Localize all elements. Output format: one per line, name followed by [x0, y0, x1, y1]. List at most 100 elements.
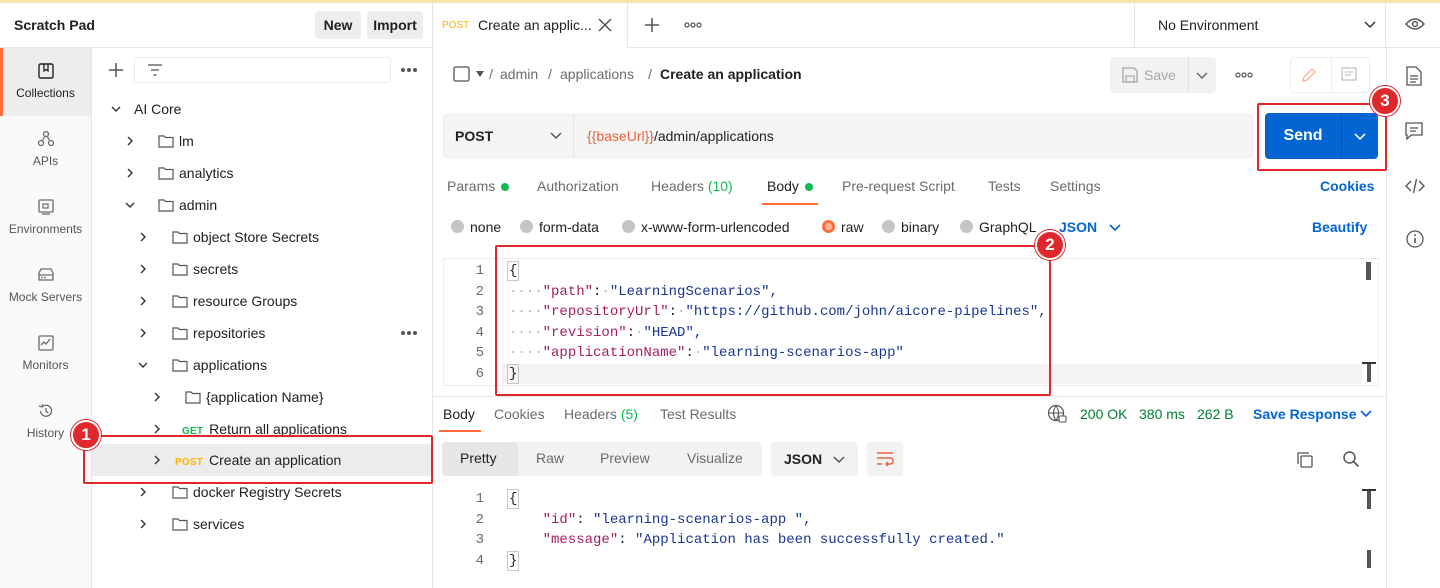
rail-item-environments[interactable]: Environments — [0, 184, 91, 252]
environment-select[interactable]: No Environment — [1134, 3, 1386, 48]
tree-item-application-name[interactable]: {application Name} — [92, 381, 433, 413]
rail-item-monitors[interactable]: Monitors — [0, 320, 91, 388]
caret-down-icon[interactable] — [475, 70, 485, 78]
radio-label-urlencoded[interactable]: x-www-form-urlencoded — [641, 219, 790, 235]
radio-binary[interactable] — [882, 220, 895, 233]
add-collection-icon[interactable] — [108, 62, 124, 78]
response-tab-cookies[interactable]: Cookies — [494, 406, 545, 422]
tabs-more-icon[interactable] — [684, 22, 702, 28]
view-tab-pretty[interactable]: Pretty — [460, 450, 497, 466]
view-tab-preview[interactable]: Preview — [600, 450, 650, 466]
radio-none[interactable] — [451, 220, 464, 233]
wrap-lines-button[interactable] — [867, 442, 903, 476]
copy-icon[interactable] — [1296, 451, 1314, 469]
chevron-right-icon[interactable] — [151, 391, 163, 403]
save-response-button[interactable]: Save Response — [1253, 406, 1357, 422]
tab-tests[interactable]: Tests — [988, 178, 1021, 194]
chevron-right-icon[interactable] — [137, 295, 149, 307]
tree-item-analytics[interactable]: analytics — [92, 157, 433, 189]
code-icon[interactable] — [1405, 178, 1425, 194]
row-more-icon[interactable] — [400, 330, 418, 336]
chevron-down-icon[interactable] — [110, 103, 122, 115]
chevron-right-icon[interactable] — [137, 263, 149, 275]
scrollbar[interactable] — [1366, 262, 1371, 280]
tree-item-admin[interactable]: admin — [92, 189, 433, 221]
tree-item-applications[interactable]: applications — [92, 349, 433, 381]
tab-create-an-application[interactable]: POST Create an applic... — [433, 3, 628, 48]
tree-item-secrets[interactable]: secrets — [92, 253, 433, 285]
tab-settings[interactable]: Settings — [1050, 178, 1101, 194]
tree-item-resource-groups[interactable]: resource Groups — [92, 285, 433, 317]
radio-graphql[interactable] — [960, 220, 973, 233]
scrollbar[interactable] — [1367, 550, 1371, 568]
request-more-icon[interactable] — [1235, 72, 1253, 78]
scrollbar[interactable] — [1367, 491, 1371, 509]
tree-item-services[interactable]: services — [92, 508, 433, 540]
chevron-right-icon[interactable] — [124, 135, 136, 147]
radio-raw[interactable] — [822, 220, 835, 233]
response-format-select[interactable]: JSON — [771, 442, 858, 476]
import-button[interactable]: Import — [367, 11, 423, 39]
collection-filter-input[interactable] — [134, 57, 391, 83]
globe-lock-icon[interactable] — [1047, 404, 1067, 424]
radio-form-data[interactable] — [520, 220, 533, 233]
tab-params[interactable]: Params — [447, 178, 510, 194]
beautify-button[interactable]: Beautify — [1312, 219, 1367, 235]
eye-icon[interactable] — [1405, 17, 1425, 31]
chevron-right-icon[interactable] — [137, 518, 149, 530]
close-tab-icon[interactable] — [598, 18, 612, 32]
comment-icon[interactable] — [1341, 67, 1357, 83]
documentation-icon[interactable] — [1406, 66, 1422, 86]
chevron-down-icon[interactable] — [124, 199, 136, 211]
cookies-link[interactable]: Cookies — [1320, 178, 1374, 194]
radio-urlencoded[interactable] — [622, 220, 635, 233]
radio-label-graphql[interactable]: GraphQL — [979, 219, 1037, 235]
url-input[interactable]: {{baseUrl}}/admin/applications — [587, 128, 774, 144]
new-tab-icon[interactable] — [644, 17, 660, 33]
chevron-down-icon[interactable] — [1109, 223, 1121, 233]
view-tab-visualize[interactable]: Visualize — [687, 450, 743, 466]
pencil-icon[interactable] — [1301, 67, 1317, 83]
chevron-right-icon[interactable] — [137, 486, 149, 498]
chevron-right-icon[interactable] — [124, 167, 136, 179]
method-select[interactable]: POST — [444, 115, 574, 157]
save-button[interactable]: Save — [1144, 67, 1176, 83]
view-tab-raw[interactable]: Raw — [536, 450, 564, 466]
response-status[interactable]: 200 OK — [1080, 406, 1127, 422]
radio-label-form-data[interactable]: form-data — [539, 219, 599, 235]
tree-item-repositories[interactable]: repositories — [92, 317, 433, 349]
comments-icon[interactable] — [1405, 122, 1423, 140]
radio-label-binary[interactable]: binary — [901, 219, 939, 235]
chevron-down-icon[interactable] — [1196, 71, 1208, 81]
tab-authorization[interactable]: Authorization — [537, 178, 619, 194]
chevron-right-icon[interactable] — [151, 423, 163, 435]
tab-pre-request-script[interactable]: Pre-request Script — [842, 178, 955, 194]
response-time[interactable]: 380 ms — [1139, 406, 1185, 422]
response-size[interactable]: 262 B — [1197, 406, 1234, 422]
chevron-down-icon[interactable] — [137, 359, 149, 371]
chevron-down-icon[interactable] — [1360, 409, 1372, 419]
tree-item-object-store-secrets[interactable]: object Store Secrets — [92, 221, 433, 253]
editor-resize-handle[interactable] — [1367, 364, 1371, 382]
info-icon[interactable] — [1406, 230, 1424, 248]
tree-item-ai-core[interactable]: AI Core — [92, 93, 433, 125]
rail-item-apis[interactable]: APIs — [0, 116, 91, 184]
body-format-select[interactable]: JSON — [1059, 219, 1097, 235]
chevron-right-icon[interactable] — [137, 327, 149, 339]
new-button[interactable]: New — [315, 11, 361, 39]
rail-item-collections[interactable]: Collections — [0, 48, 91, 116]
rail-item-mock-servers[interactable]: Mock Servers — [0, 252, 91, 320]
tab-body[interactable]: Body — [767, 178, 813, 194]
tree-more-icon[interactable] — [400, 67, 418, 73]
chevron-right-icon[interactable] — [137, 231, 149, 243]
breadcrumb-applications[interactable]: applications — [560, 66, 634, 82]
tree-item-lm[interactable]: lm — [92, 125, 433, 157]
response-tab-body[interactable]: Body — [443, 406, 475, 422]
radio-label-raw[interactable]: raw — [841, 219, 864, 235]
tab-headers[interactable]: Headers (10) — [651, 178, 733, 194]
search-icon[interactable] — [1342, 450, 1360, 468]
response-tab-headers[interactable]: Headers (5) — [564, 406, 638, 422]
response-tab-test-results[interactable]: Test Results — [660, 406, 736, 422]
radio-label-none[interactable]: none — [470, 219, 501, 235]
breadcrumb-admin[interactable]: admin — [500, 66, 538, 82]
